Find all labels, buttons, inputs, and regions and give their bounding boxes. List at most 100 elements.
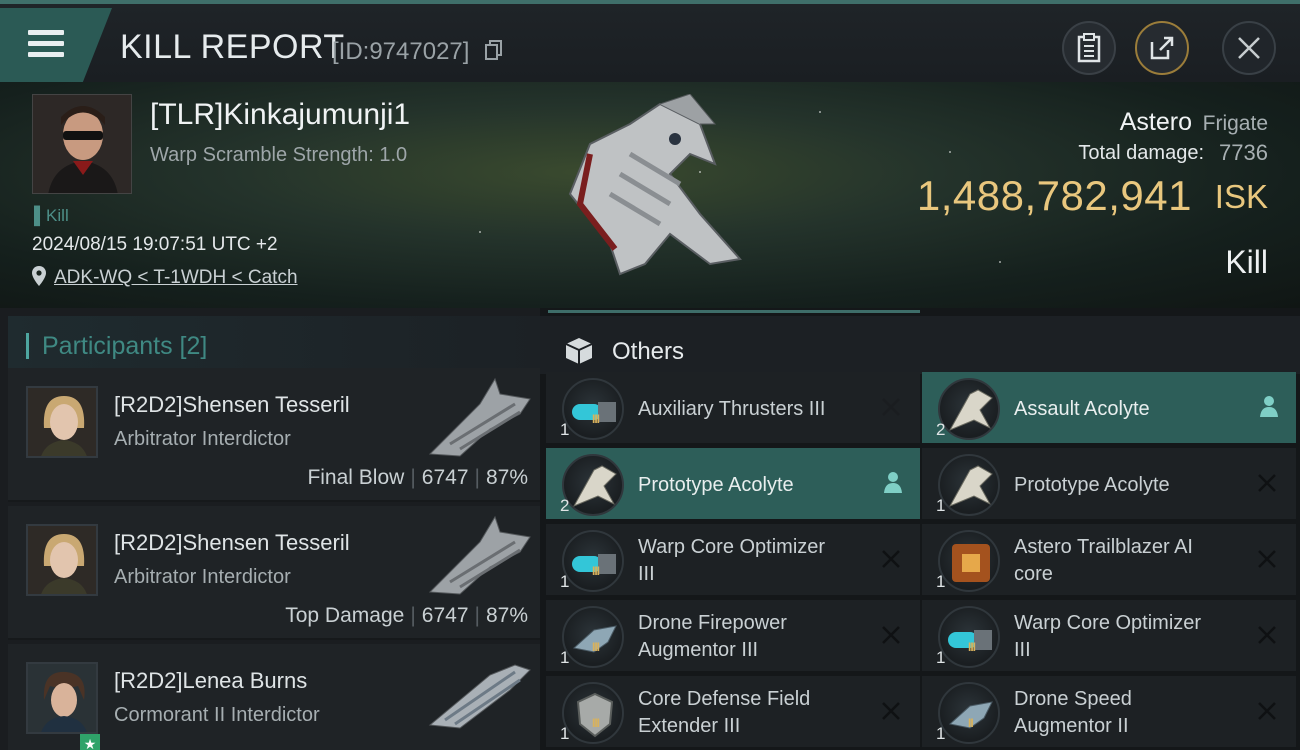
- participant-damage: 6747: [421, 604, 469, 627]
- participant-avatar[interactable]: [26, 386, 98, 458]
- participant-name[interactable]: [R2D2]Shensen Tesseril: [114, 392, 350, 418]
- optimizer-icon: [562, 530, 624, 592]
- tech-level: III: [592, 716, 600, 730]
- augmentor-icon: [562, 606, 624, 668]
- item-slot[interactable]: 2 Prototype Acolyte: [546, 448, 920, 521]
- total-damage-value: 7736: [1219, 140, 1268, 165]
- person-icon: [1260, 396, 1278, 417]
- location-pin-icon: [32, 266, 46, 286]
- ai-core-icon: [938, 530, 1000, 592]
- drone-icon: [562, 454, 624, 516]
- participant-percent: 87%: [485, 604, 528, 627]
- participant-damage: 6747: [421, 466, 469, 489]
- item-quantity: 1: [560, 420, 570, 439]
- participants-panel: Participants [2] [R2D2]Shensen Tesseril …: [0, 308, 540, 750]
- tech-level: II: [968, 716, 974, 730]
- destroyed-x-icon: [1258, 626, 1276, 644]
- isk-value: 1,488,782,941: [916, 172, 1192, 219]
- participant-avatar[interactable]: [26, 662, 98, 734]
- character-portrait-icon: [33, 95, 131, 193]
- kill-tag-label: Kill: [46, 206, 69, 225]
- item-slot[interactable]: III 1 Warp Core Optimizer III: [546, 524, 920, 597]
- participant-percent: 87%: [485, 466, 528, 489]
- item-label: Drone Firepower Augmentor III: [638, 612, 787, 661]
- participants-header: Participants [2]: [8, 316, 540, 374]
- participant-stats: Top Damage | 6747 | 87%: [285, 604, 528, 627]
- clipboard-icon: [1077, 33, 1101, 63]
- participant-ship: Arbitrator Interdictor: [114, 566, 291, 588]
- item-quantity: 1: [560, 572, 570, 591]
- share-button[interactable]: [1135, 21, 1189, 75]
- cube-icon: [565, 338, 593, 364]
- kill-result: Kill: [1225, 244, 1268, 280]
- kill-location-link[interactable]: ADK-WQ < T-1WDH < Catch: [54, 267, 298, 289]
- close-button[interactable]: [1222, 21, 1276, 75]
- item-label: Core Defense Field Extender III: [638, 688, 811, 737]
- share-icon: [1150, 36, 1174, 60]
- kill-id: [ID:9747027]: [332, 38, 470, 65]
- isk-unit: ISK: [1214, 178, 1268, 215]
- destroyed-x-icon: [882, 626, 900, 644]
- destroyed-x-icon: [1258, 702, 1276, 720]
- cormorant-ship-icon: [428, 664, 531, 729]
- kill-tag: ▌Kill: [34, 206, 69, 225]
- person-icon: [884, 472, 902, 493]
- item-slot[interactable]: 2 Assault Acolyte: [922, 372, 1296, 445]
- victim-name[interactable]: [TLR]Kinkajumunji1: [150, 98, 410, 132]
- shield-extender-icon: [562, 682, 624, 744]
- star-badge-icon: ★: [80, 734, 100, 750]
- participant-label: Top Damage: [285, 604, 405, 627]
- tech-level: III: [968, 640, 976, 654]
- item-slot[interactable]: II 1 Drone Speed Augmentor II: [922, 676, 1296, 749]
- destroyed-x-icon: [1258, 550, 1276, 568]
- augmentor-icon: [938, 682, 1000, 744]
- participant-row[interactable]: [R2D2]Shensen Tesseril Arbitrator Interd…: [8, 506, 540, 640]
- item-label: Assault Acolyte: [1014, 398, 1150, 420]
- participant-label: Final Blow: [307, 466, 405, 489]
- victim-summary: [TLR]Kinkajumunji1 Warp Scramble Strengt…: [0, 82, 1300, 308]
- item-quantity: 1: [936, 724, 946, 743]
- item-label: Warp Core Optimizer III: [638, 536, 826, 585]
- item-slot[interactable]: III 1 Drone Firepower Augmentor III: [546, 600, 920, 673]
- participant-avatar[interactable]: [26, 524, 98, 596]
- item-slot[interactable]: III 1 Warp Core Optimizer III: [922, 600, 1296, 673]
- destroyed-x-icon: [882, 702, 900, 720]
- item-slot[interactable]: 1 Prototype Acolyte: [922, 448, 1296, 521]
- item-label: Prototype Acolyte: [1014, 474, 1170, 496]
- item-slot[interactable]: III 1 Auxiliary Thrusters III: [546, 372, 920, 445]
- close-icon: [1238, 37, 1260, 59]
- item-slot[interactable]: III 1 Core Defense Field Extender III: [546, 676, 920, 749]
- page-title: KILL REPORT: [120, 28, 345, 66]
- astero-ship-icon: [568, 94, 742, 276]
- item-label: Warp Core Optimizer III: [1014, 612, 1202, 661]
- destroyed-x-icon: [1258, 474, 1276, 492]
- victim-portrait[interactable]: [32, 94, 132, 194]
- copy-icon[interactable]: [485, 40, 503, 60]
- ship-name[interactable]: Astero: [1120, 108, 1192, 137]
- optimizer-icon: [938, 606, 1000, 668]
- item-label: Auxiliary Thrusters III: [638, 398, 826, 420]
- destroyed-x-icon: [882, 398, 900, 416]
- menu-button[interactable]: [0, 8, 112, 82]
- item-quantity: 1: [936, 496, 946, 515]
- participant-name[interactable]: [R2D2]Lenea Burns: [114, 668, 307, 694]
- drone-icon: [938, 378, 1000, 440]
- item-quantity: 1: [560, 648, 570, 667]
- tech-level: III: [592, 640, 600, 654]
- others-panel: Others III 1 Auxiliary Thrusters III 2 A…: [540, 308, 1300, 750]
- hamburger-menu-icon[interactable]: [28, 30, 64, 60]
- total-damage-label: Total damage:: [1078, 142, 1204, 164]
- participant-row[interactable]: ★ [R2D2]Lenea Burns Cormorant II Interdi…: [8, 644, 540, 750]
- participant-name[interactable]: [R2D2]Shensen Tesseril: [114, 530, 350, 556]
- item-slot[interactable]: 1 Astero Trailblazer AI core: [922, 524, 1296, 597]
- clipboard-button[interactable]: [1062, 21, 1116, 75]
- item-quantity: 1: [936, 572, 946, 591]
- thruster-icon: [562, 378, 624, 440]
- item-quantity: 1: [560, 724, 570, 743]
- item-label: Drone Speed Augmentor II: [1014, 688, 1132, 737]
- top-bar: KILL REPORT [ID:9747027]: [0, 0, 1300, 82]
- participant-stats: Final Blow | 6747 | 87%: [307, 466, 528, 489]
- arbitrator-ship-icon: [428, 515, 531, 595]
- others-header: Others: [540, 316, 1300, 374]
- participant-row[interactable]: [R2D2]Shensen Tesseril Arbitrator Interd…: [8, 368, 540, 502]
